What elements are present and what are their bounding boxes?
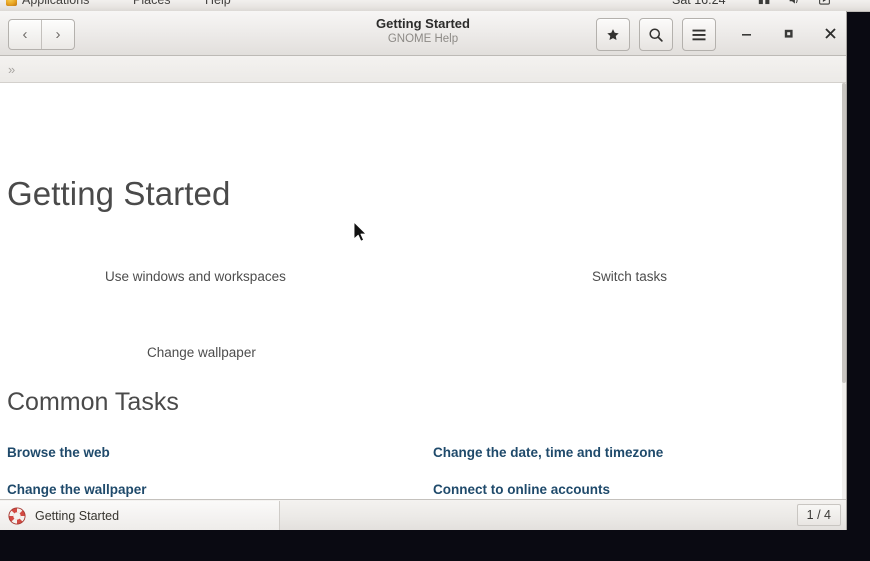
document-scrollbar[interactable] (842, 83, 846, 529)
window-title-block: Getting Started GNOME Help (0, 15, 846, 47)
star-icon (607, 28, 619, 40)
window-list-taskbar: Getting Started 1 / 4 (0, 499, 846, 530)
close-button[interactable] (820, 23, 840, 43)
task-link-change-the-wallpaper[interactable]: Change the wallpaper (7, 482, 147, 497)
close-icon (824, 27, 836, 39)
section-heading-common-tasks: Common Tasks (7, 388, 179, 416)
bookmarks-button[interactable] (596, 18, 630, 51)
panel-clock[interactable]: Sat 16:24 (672, 0, 726, 7)
panel-menu-help[interactable]: Help (205, 0, 231, 7)
search-icon (649, 27, 663, 42)
workspace-indicator[interactable]: 1 / 4 (796, 504, 841, 526)
window-subtitle: GNOME Help (387, 33, 459, 45)
maximize-icon (784, 29, 793, 38)
applications-menu-icon (6, 0, 17, 6)
breadcrumb-overflow-icon[interactable]: » (8, 62, 15, 77)
back-button[interactable]: ‹ (9, 20, 41, 49)
volume-icon[interactable] (788, 0, 801, 6)
minimize-icon (741, 33, 751, 36)
hamburger-menu-icon (692, 29, 706, 40)
window-controls (736, 23, 840, 43)
navigation-button-group: ‹ › (8, 19, 75, 50)
scrollbar-thumb[interactable] (842, 83, 846, 383)
media-caption-switch-tasks[interactable]: Switch tasks (592, 269, 667, 284)
search-button[interactable] (639, 18, 673, 51)
task-link-change-the-date-time-and-timezone[interactable]: Change the date, time and timezone (433, 445, 663, 460)
panel-menu-places[interactable]: Places (133, 0, 171, 7)
media-caption-use-windows-and-workspaces[interactable]: Use windows and workspaces (105, 269, 286, 284)
taskbar-item-getting-started[interactable]: Getting Started (0, 501, 280, 530)
screen: Applications Places Help Sat 16:24 ‹ › G… (0, 0, 870, 561)
headerbar-action-buttons (596, 18, 716, 51)
breadcrumb: » (0, 56, 846, 83)
taskbar-item-label: Getting Started (35, 508, 120, 523)
task-link-browse-the-web[interactable]: Browse the web (7, 445, 110, 460)
menu-button[interactable] (682, 18, 716, 51)
forward-button[interactable]: › (41, 20, 74, 49)
help-lifesaver-icon (8, 506, 26, 525)
media-caption-change-wallpaper[interactable]: Change wallpaper (147, 345, 256, 360)
network-icon[interactable] (758, 0, 771, 6)
power-icon[interactable] (818, 0, 831, 6)
gnome-help-window: ‹ › Getting Started GNOME Help » Getting… (0, 11, 847, 530)
page-title: Getting Started (7, 175, 231, 212)
panel-menu-applications[interactable]: Applications (22, 0, 89, 7)
minimize-button[interactable] (736, 23, 756, 43)
window-title: Getting Started (376, 16, 470, 31)
window-headerbar: ‹ › Getting Started GNOME Help (0, 11, 846, 56)
task-link-connect-to-online-accounts[interactable]: Connect to online accounts (433, 482, 610, 497)
maximize-button[interactable] (778, 23, 798, 43)
help-document-content: Getting Started Use windows and workspac… (0, 83, 846, 529)
